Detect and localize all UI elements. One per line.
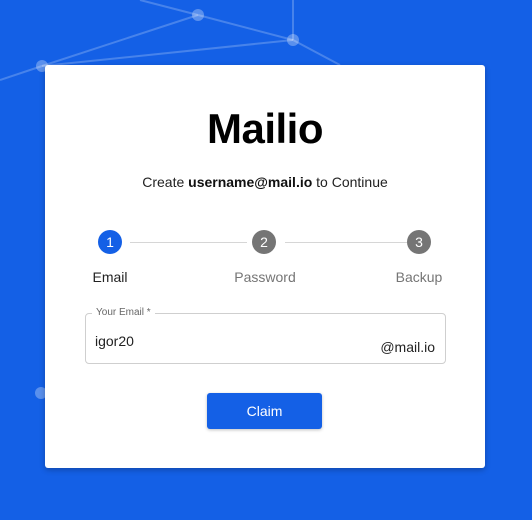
step-number: 3	[415, 234, 423, 250]
stepper-connector	[130, 242, 247, 243]
step-1-indicator: 1	[98, 230, 122, 254]
step-1-label: Email	[92, 269, 128, 285]
subtitle-address: username@mail.io	[188, 174, 313, 190]
stepper-connector	[285, 242, 407, 243]
step-number: 1	[106, 234, 114, 250]
email-input[interactable]	[95, 333, 365, 349]
email-field-label: Your Email *	[92, 307, 155, 319]
step-number: 2	[260, 234, 268, 250]
step-2-label: Password	[234, 269, 296, 285]
subtitle-suffix: to Continue	[312, 174, 388, 190]
step-3-label: Backup	[395, 269, 443, 285]
email-field: Your Email * @mail.io	[85, 307, 446, 364]
step-2-indicator: 2	[252, 230, 276, 254]
claim-button[interactable]: Claim	[207, 393, 322, 429]
app-title: Mailio	[206, 105, 324, 152]
step-3-indicator: 3	[407, 230, 431, 254]
subtitle-prefix: Create	[142, 174, 189, 190]
signup-card: Mailio Create username@mail.io to Contin…	[45, 65, 485, 468]
subtitle: Create username@mail.io to Continue	[45, 174, 485, 190]
email-domain-suffix: @mail.io	[380, 339, 435, 355]
